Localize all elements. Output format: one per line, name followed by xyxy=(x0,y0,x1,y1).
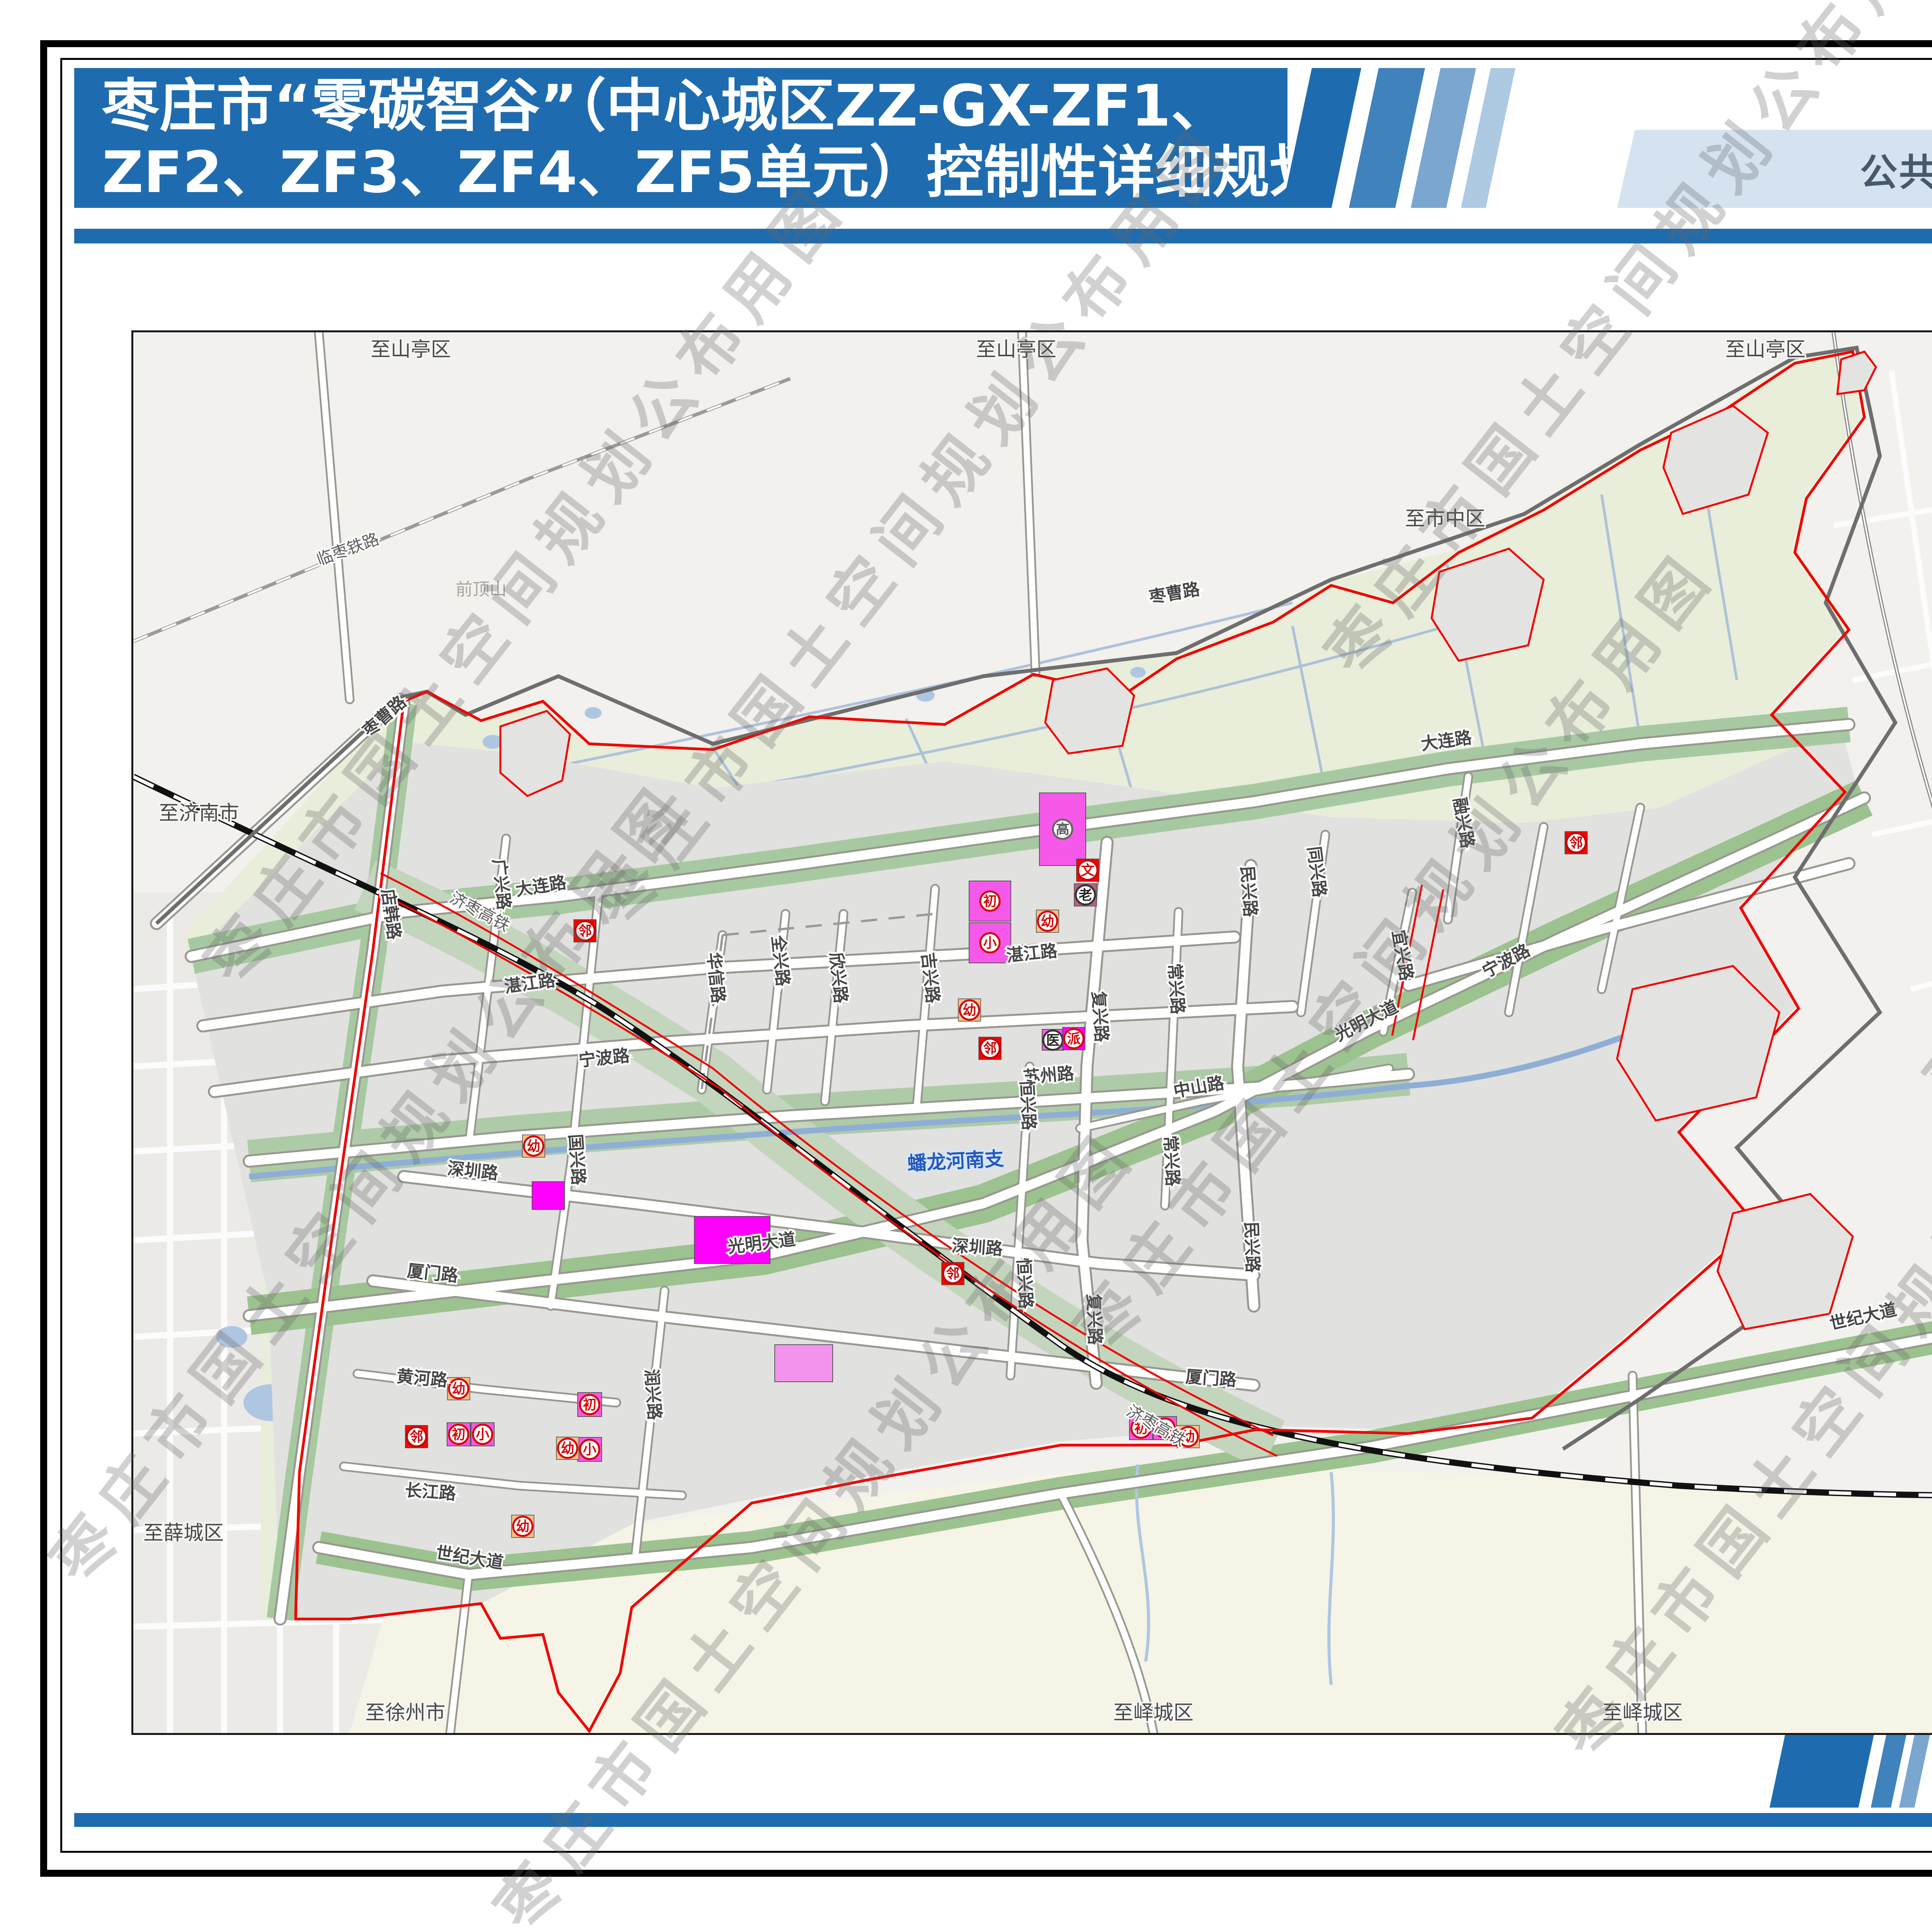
road-label: 国兴路 xyxy=(565,1133,588,1186)
svg-text:幼: 幼 xyxy=(527,1139,540,1155)
road-label: 民兴路 xyxy=(1241,1221,1263,1274)
facility-marker-邻: 邻 xyxy=(942,1262,964,1285)
facility-marker-高: 高 xyxy=(1053,820,1072,839)
svg-text:幼: 幼 xyxy=(561,1441,574,1457)
svg-text:高: 高 xyxy=(1056,822,1069,838)
svg-text:初: 初 xyxy=(583,1398,596,1413)
sheet-subtitle: 公共管理与公共服务设施规划图 xyxy=(1617,130,1932,208)
road-label: 长江路 xyxy=(404,1480,457,1503)
edge-label: 至济南市 xyxy=(159,802,239,825)
facility-marker-幼: 幼 xyxy=(512,1515,534,1537)
svg-text:医: 医 xyxy=(1046,1033,1060,1049)
svg-text:老: 老 xyxy=(1078,888,1092,903)
facility-parcel xyxy=(775,1345,833,1382)
facility-marker-幼: 幼 xyxy=(556,1437,579,1459)
road-label: 复兴路 xyxy=(1088,990,1111,1043)
road-label: 恒兴路 xyxy=(1017,1079,1039,1131)
svg-text:派: 派 xyxy=(1067,1032,1080,1047)
road-label: 深圳路 xyxy=(951,1236,1003,1259)
footer-stripe-1 xyxy=(1770,1734,1874,1808)
header-rule xyxy=(74,229,1932,243)
edge-label: 至山亭区 xyxy=(371,338,451,361)
road-label: 民兴路 xyxy=(1237,865,1260,918)
svg-text:小: 小 xyxy=(583,1442,596,1458)
facility-parcel xyxy=(532,1182,565,1209)
svg-text:幼: 幼 xyxy=(1041,914,1054,930)
svg-text:邻: 邻 xyxy=(983,1041,997,1057)
svg-text:初: 初 xyxy=(452,1427,465,1443)
svg-text:邻: 邻 xyxy=(410,1430,423,1445)
svg-text:小: 小 xyxy=(983,936,997,951)
facility-marker-幼: 幼 xyxy=(447,1378,470,1400)
facility-marker-邻: 邻 xyxy=(979,1037,1001,1060)
edge-label: 至山亭区 xyxy=(1725,338,1806,361)
facility-marker-小: 小 xyxy=(473,1425,492,1444)
facility-marker-文: 文 xyxy=(1077,859,1099,881)
svg-text:文: 文 xyxy=(1081,863,1094,879)
facility-marker-幼: 幼 xyxy=(522,1135,545,1157)
facility-marker-初: 初 xyxy=(449,1425,468,1444)
road-label: 常兴路 xyxy=(1160,1135,1183,1187)
subtitle-band: 公共管理与公共服务设施规划图 xyxy=(1617,130,1932,208)
svg-text:初: 初 xyxy=(983,894,997,910)
facility-marker-小: 小 xyxy=(580,1440,599,1459)
edge-label: 至山亭区 xyxy=(976,338,1056,361)
edge-label: 至市中区 xyxy=(1405,507,1485,531)
facility-marker-初: 初 xyxy=(980,891,1000,911)
road-label: 常兴路 xyxy=(1164,963,1187,1015)
facility-marker-小: 小 xyxy=(980,933,1000,952)
edge-label: 至峄城区 xyxy=(1602,1701,1683,1725)
facility-marker-医: 医 xyxy=(1043,1031,1063,1050)
road-label: 润兴路 xyxy=(641,1368,664,1421)
svg-text:邻: 邻 xyxy=(1569,836,1583,851)
sheet-title: 枣庄市“零碳智谷”（中心城区ZZ-GX-ZF1、 ZF2、ZF3、ZF4、ZF5… xyxy=(102,73,1327,206)
svg-text:幼: 幼 xyxy=(516,1519,529,1535)
edge-label: 至峄城区 xyxy=(1113,1701,1194,1725)
title-block: 枣庄市“零碳智谷”（中心城区ZZ-GX-ZF1、 ZF2、ZF3、ZF4、ZF5… xyxy=(74,68,1287,208)
title-line-2: ZF2、ZF3、ZF4、ZF5单元）控制性详细规划 xyxy=(102,139,1327,206)
svg-text:幼: 幼 xyxy=(963,1003,976,1019)
facility-marker-幼: 幼 xyxy=(1036,910,1059,932)
road-label: 恒兴路 xyxy=(1014,1257,1036,1310)
facility-marker-邻: 邻 xyxy=(405,1425,428,1448)
facility-marker-邻: 邻 xyxy=(574,920,596,942)
facility-marker-幼: 幼 xyxy=(958,999,981,1021)
area-label: 前顶山 xyxy=(456,580,507,599)
road-label: 厦门路 xyxy=(1185,1367,1237,1390)
plan-sheet: 枣庄市国土空间规划公布用图枣庄市国土空间规划公布用图枣庄市国土空间规划公布用图枣… xyxy=(0,0,1932,1917)
edge-label: 至徐州市 xyxy=(365,1701,446,1725)
svg-text:小: 小 xyxy=(476,1427,489,1443)
facility-marker-老: 老 xyxy=(1074,884,1097,906)
planning-map: 邻邻邻邻邻初小初小初小初小幼幼幼幼幼幼幼高文老医派 枣曹路枣曹路大连路大连路湛江… xyxy=(131,330,1932,1735)
footer-rule xyxy=(74,1813,1932,1827)
svg-text:邻: 邻 xyxy=(578,924,592,939)
facility-marker-初: 初 xyxy=(580,1395,599,1414)
svg-text:幼: 幼 xyxy=(452,1382,465,1397)
svg-text:邻: 邻 xyxy=(946,1267,959,1282)
facility-marker-邻: 邻 xyxy=(1565,832,1587,854)
edge-label: 至薛城区 xyxy=(143,1522,224,1545)
facility-marker-派: 派 xyxy=(1063,1027,1085,1050)
title-line-1: 枣庄市“零碳智谷”（中心城区ZZ-GX-ZF1、 xyxy=(102,73,1327,139)
road-label: 复兴路 xyxy=(1083,1294,1105,1346)
